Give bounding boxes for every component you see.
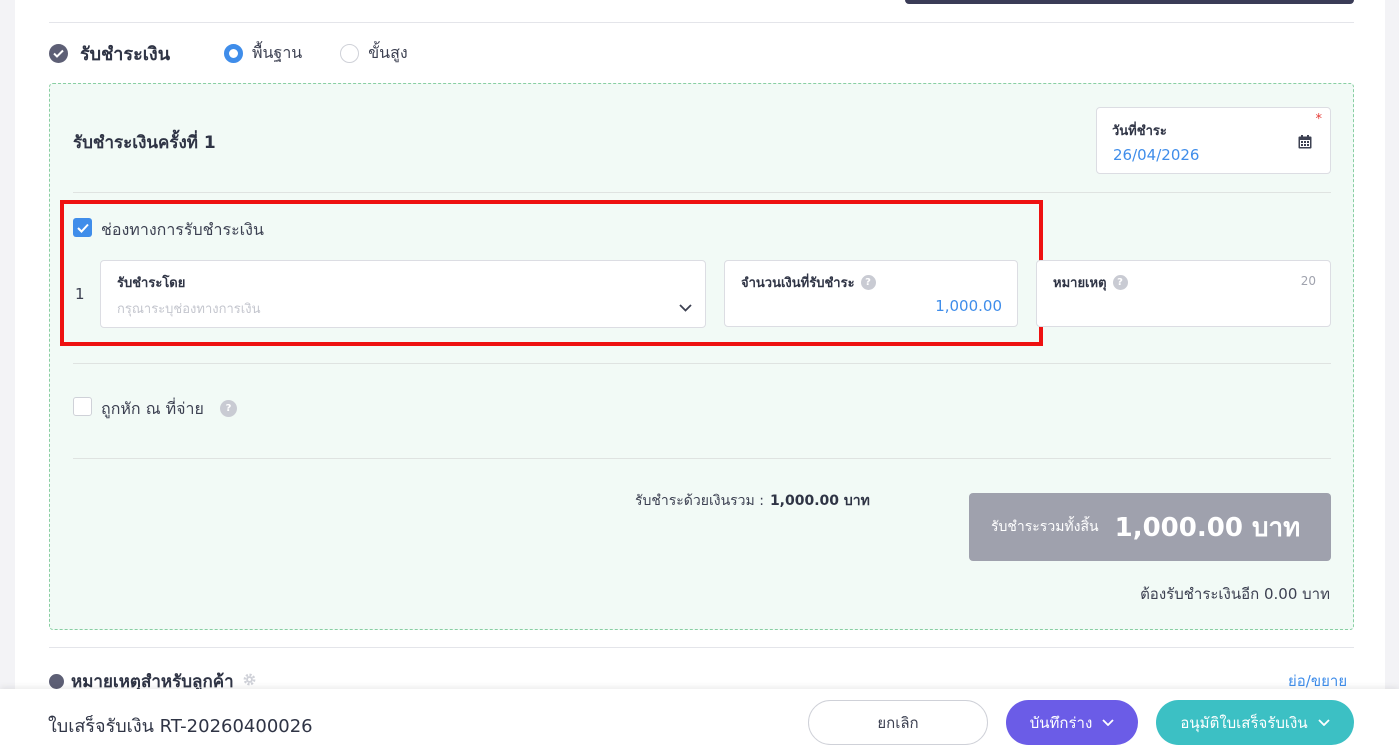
channel-row-index: 1 bbox=[75, 285, 85, 303]
remaining-amount: ต้องรับชำระเงินอีก 0.00 บาท bbox=[1140, 585, 1330, 603]
grand-total-value: 1,000.00 บาท bbox=[1114, 512, 1301, 543]
payment-section-header: รับชำระเงิน พื้นฐาน ขั้นสูง bbox=[49, 40, 446, 66]
payment-date-field[interactable]: วันที่ชำระ * 26/04/2026 bbox=[1096, 107, 1331, 174]
paid-total-label: รับชำระด้วยเงินรวม : bbox=[635, 493, 764, 509]
withholding-checkbox[interactable] bbox=[73, 397, 92, 416]
approve-receipt-button[interactable]: อนุมัติใบเสร็จรับเงิน bbox=[1156, 700, 1354, 745]
paid-total-value: 1,000.00 บาท bbox=[769, 493, 870, 509]
chevron-down-icon bbox=[1102, 719, 1114, 726]
channel-checkbox[interactable] bbox=[73, 218, 92, 237]
footer-bar: ใบเสร็จรับเงิน RT-20260400026 ยกเลิก บัน… bbox=[0, 689, 1399, 756]
divider bbox=[49, 22, 1354, 23]
amount-value[interactable]: 1,000.00 bbox=[935, 297, 1002, 315]
note-label-text: หมายเหตุ bbox=[1053, 276, 1107, 291]
note-label: หมายเหตุ ? bbox=[1053, 272, 1128, 293]
divider bbox=[73, 458, 1331, 459]
approve-receipt-label: อนุมัติใบเสร็จรับเงิน bbox=[1180, 713, 1308, 732]
chevron-down-icon bbox=[1317, 719, 1330, 726]
payment-method-placeholder: กรุณาระบุช่องทางการเงิน bbox=[117, 302, 261, 317]
divider bbox=[49, 647, 1354, 648]
radio-basic[interactable] bbox=[224, 43, 243, 63]
grand-total-label: รับชำระรวมทั้งสิ้น bbox=[991, 519, 1099, 535]
save-draft-button[interactable]: บันทึกร่าง bbox=[1006, 700, 1138, 745]
divider bbox=[73, 363, 1331, 364]
divider bbox=[73, 192, 1331, 193]
help-icon[interactable]: ? bbox=[860, 275, 876, 290]
payment-method-label: รับชำระโดย bbox=[117, 276, 186, 291]
grand-total-box: รับชำระรวมทั้งสิ้น 1,000.00 บาท bbox=[969, 493, 1331, 561]
note-char-limit: 20 bbox=[1300, 274, 1316, 288]
paid-total: รับชำระด้วยเงินรวม : 1,000.00 บาท bbox=[635, 490, 870, 512]
cancel-button-label: ยกเลิก bbox=[877, 713, 919, 732]
payment-method-select[interactable]: รับชำระโดย กรุณาระบุช่องทางการเงิน bbox=[100, 260, 706, 328]
help-icon[interactable]: ? bbox=[220, 400, 237, 417]
amount-label-text: จำนวนเงินที่รับชำระ bbox=[741, 276, 855, 291]
radio-basic-label[interactable]: พื้นฐาน bbox=[252, 41, 302, 66]
payment-date-label: วันที่ชำระ bbox=[1112, 124, 1167, 139]
withholding-label[interactable]: ถูกหัก ณ ที่จ่าย bbox=[101, 397, 204, 422]
document-title: ใบเสร็จรับเงิน RT-20260400026 bbox=[48, 716, 313, 737]
channel-checkbox-label[interactable]: ช่องทางการรับชำระเงิน bbox=[101, 218, 264, 243]
cancel-button[interactable]: ยกเลิก bbox=[808, 700, 988, 745]
required-mark: * bbox=[1315, 112, 1323, 127]
payment-date-value[interactable]: 26/04/2026 bbox=[1113, 146, 1199, 164]
help-icon[interactable]: ? bbox=[1112, 275, 1128, 290]
mode-radio-group: พื้นฐาน ขั้นสูง bbox=[224, 41, 446, 66]
payment-round-panel: รับชำระเงินครั้งที่ 1 วันที่ชำระ * 26/04… bbox=[49, 83, 1354, 630]
save-draft-label: บันทึกร่าง bbox=[1029, 713, 1093, 732]
check-circle-icon bbox=[49, 43, 68, 63]
note-field[interactable]: หมายเหตุ ? 20 bbox=[1036, 260, 1331, 327]
amount-label: จำนวนเงินที่รับชำระ ? bbox=[741, 272, 876, 293]
amount-field[interactable]: จำนวนเงินที่รับชำระ ? 1,000.00 bbox=[724, 260, 1018, 327]
section-title: รับชำระเงิน bbox=[80, 43, 170, 65]
chevron-down-icon[interactable] bbox=[679, 297, 692, 316]
radio-advanced-label[interactable]: ขั้นสูง bbox=[368, 41, 407, 66]
calendar-icon[interactable] bbox=[1298, 134, 1312, 153]
radio-advanced[interactable] bbox=[340, 43, 360, 63]
payment-round-title: รับชำระเงินครั้งที่ 1 bbox=[73, 133, 216, 153]
page-content: รับชำระเงิน พื้นฐาน ขั้นสูง รับชำระเงินค… bbox=[15, 0, 1385, 756]
bullet-icon bbox=[49, 674, 64, 689]
top-action-bar bbox=[905, 0, 1354, 4]
